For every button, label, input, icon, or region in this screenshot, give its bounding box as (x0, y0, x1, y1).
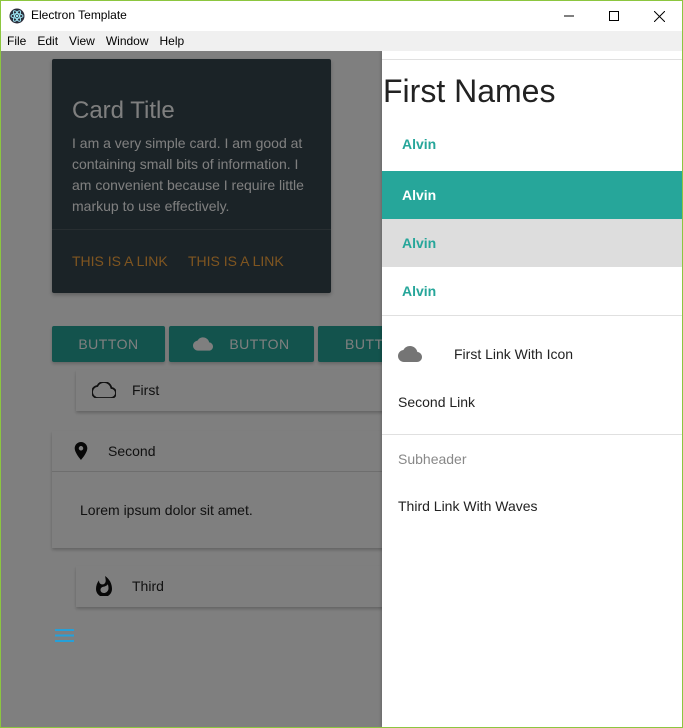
cloud-icon (398, 346, 422, 362)
electron-icon (9, 8, 25, 24)
maximize-button[interactable] (591, 1, 637, 31)
side-nav-top-divider (382, 59, 682, 60)
sidenav-link-with-icon[interactable]: First Link With Icon (382, 330, 682, 378)
menu-view[interactable]: View (63, 31, 100, 51)
menu-edit[interactable]: Edit (31, 31, 63, 51)
maximize-icon (609, 11, 619, 21)
window-title: Electron Template (31, 8, 127, 22)
side-nav-title: First Names (383, 73, 556, 109)
app-window: Electron Template File Edit View Window … (0, 0, 683, 728)
close-icon (653, 10, 665, 22)
sidenav-link-1-label: First Link With Icon (454, 346, 574, 362)
menu-file[interactable]: File (1, 31, 31, 51)
sidenav-link-3-label: Third Link With Waves (398, 498, 538, 514)
sidenav-overlay[interactable] (1, 51, 382, 727)
title-bar: Electron Template (1, 1, 682, 31)
sidenav-link-2-label: Second Link (398, 394, 476, 410)
side-nav-divider (382, 315, 682, 316)
menu-help[interactable]: Help (154, 31, 190, 51)
menu-icon[interactable] (55, 629, 75, 643)
sidenav-link-3[interactable]: Third Link With Waves (382, 482, 682, 530)
sidenav-list-item[interactable]: Alvin (382, 267, 682, 315)
main-content: Card Title I am a very simple card. I am… (1, 51, 682, 727)
menu-bar: File Edit View Window Help (1, 31, 682, 51)
side-nav: First Names Alvin Alvin Alvin Alvin Firs… (382, 51, 682, 727)
sidenav-list-item-active[interactable]: Alvin (382, 171, 682, 219)
sidenav-subheader: Subheader (398, 451, 467, 467)
menu-window[interactable]: Window (100, 31, 154, 51)
list-item-label: Alvin (402, 235, 437, 251)
sidenav-list-item-hover[interactable]: Alvin (382, 219, 682, 267)
list-item-label: Alvin (402, 136, 437, 152)
minimize-button[interactable] (546, 1, 592, 31)
sidenav-list-item[interactable]: Alvin (382, 120, 682, 168)
close-button[interactable] (636, 1, 682, 31)
list-item-label: Alvin (402, 283, 437, 299)
minimize-icon (564, 15, 574, 17)
sidenav-link-2[interactable]: Second Link (382, 378, 682, 426)
side-nav-divider (382, 434, 682, 435)
list-item-label: Alvin (402, 187, 437, 203)
